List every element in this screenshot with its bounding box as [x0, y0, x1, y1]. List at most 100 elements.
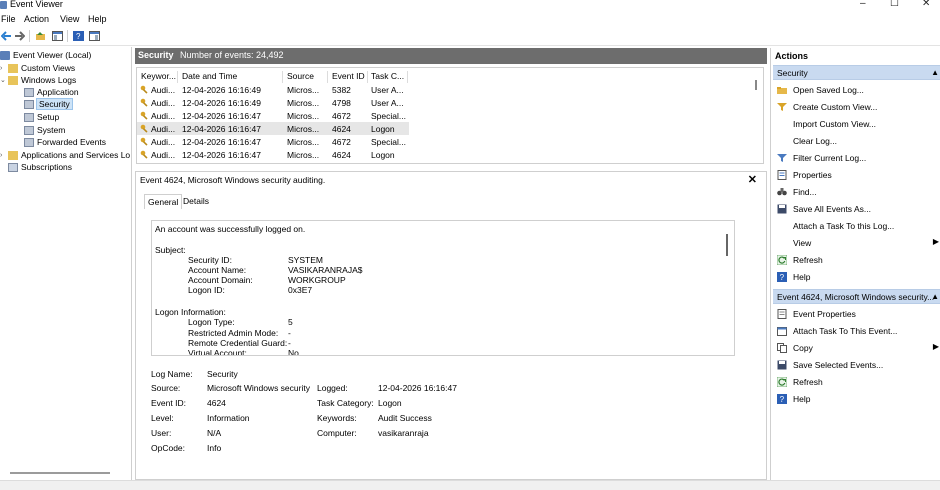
up-folder-icon[interactable]	[34, 30, 46, 42]
event-message-box[interactable]: An account was successfully logged on. S…	[151, 220, 735, 356]
tree-apps-services[interactable]: › Applications and Services Lo	[0, 149, 130, 161]
table-row[interactable]: Audi... 12-04-2026 16:16:47 Micros... 4624 L…	[137, 122, 409, 135]
table-row[interactable]: Audi... 12-04-2026 16:16:47 Micros... 4672 S…	[137, 135, 409, 148]
action-import-custom-view[interactable]: Import Custom View...	[775, 117, 940, 131]
logged-label: Logged:	[317, 383, 348, 393]
vertical-scrollbar[interactable]	[726, 234, 728, 256]
action-label: Import Custom View...	[793, 119, 876, 129]
field-label: Logon ID:	[188, 285, 225, 295]
action-label: Help	[793, 272, 811, 282]
table-row[interactable]: Audi... 12-04-2026 16:16:47 Micros... 4672 S…	[137, 109, 409, 122]
keywords-label: Keywords:	[317, 413, 357, 423]
svg-text:?: ?	[76, 32, 81, 41]
actions-section-event[interactable]: Event 4624, Microsoft Windows security..…	[773, 289, 940, 304]
collapse-arrow-icon[interactable]: ▲	[931, 68, 939, 77]
action-label: Create Custom View...	[793, 102, 878, 112]
action-label: Attach a Task To this Log...	[793, 221, 895, 231]
menu-view[interactable]: View	[60, 14, 79, 24]
menu-help[interactable]: Help	[88, 14, 107, 24]
column-event-id[interactable]: Event ID	[332, 71, 365, 81]
table-cell: Micros...	[287, 98, 320, 108]
expand-arrow-icon[interactable]: ›	[0, 65, 8, 72]
field-value: VASIKARANRAJA$	[288, 265, 363, 275]
action-attach-task-to-this-event[interactable]: Attach Task To This Event...	[775, 324, 940, 338]
tab-general[interactable]: General	[144, 194, 183, 209]
action-refresh[interactable]: Refresh	[775, 253, 940, 267]
source-label: Source:	[151, 383, 181, 393]
log-name: Security	[138, 50, 174, 60]
table-row[interactable]: Audi... 12-04-2026 16:16:49 Micros... 5382 U…	[137, 83, 409, 96]
action-label: Attach Task To This Event...	[793, 326, 898, 336]
back-icon[interactable]	[0, 30, 12, 42]
log-header: Security Number of events: 24,492	[135, 48, 767, 64]
action-filter-current-log[interactable]: Filter Current Log...	[775, 151, 940, 165]
column-source[interactable]: Source	[287, 71, 314, 81]
table-cell: 4624	[332, 150, 351, 160]
table-cell: Audi...	[151, 150, 176, 160]
column-date-time[interactable]: Date and Time	[182, 71, 237, 81]
column-keywords[interactable]: Keywor...	[141, 71, 176, 81]
table-row[interactable]: Audi... 12-04-2026 16:16:47 Micros... 4624 L…	[137, 148, 409, 161]
menu-action[interactable]: Action	[24, 14, 49, 24]
action-refresh[interactable]: Refresh	[775, 375, 940, 389]
forward-icon[interactable]	[13, 30, 25, 42]
field-value: No	[288, 348, 299, 356]
action-view[interactable]: View ▶	[775, 236, 940, 250]
action-help[interactable]: ? Help	[775, 270, 940, 284]
table-cell: Logon	[371, 150, 395, 160]
collapse-arrow-icon[interactable]: ▲	[931, 292, 939, 301]
column-task-category[interactable]: Task C...	[371, 71, 404, 81]
action-copy[interactable]: Copy ▶	[775, 341, 940, 355]
actions-section-security[interactable]: Security ▲	[773, 65, 940, 80]
action-event-properties[interactable]: Event Properties	[775, 307, 940, 321]
show-hide-action-pane-icon[interactable]	[88, 30, 100, 42]
expand-arrow-icon[interactable]: ›	[0, 152, 8, 159]
tab-details[interactable]: Details	[180, 194, 212, 209]
action-open-saved-log[interactable]: Open Saved Log...	[775, 83, 940, 97]
table-cell: Audi...	[151, 124, 176, 134]
log-name-label: Log Name:	[151, 369, 193, 379]
show-hide-pane-icon[interactable]	[51, 30, 63, 42]
tree-log-forwarded-events[interactable]: Forwarded Events	[24, 136, 106, 148]
maximize-button[interactable]: ☐	[890, 0, 899, 9]
vertical-scrollbar[interactable]	[755, 80, 757, 90]
subscriptions-icon	[8, 162, 18, 172]
event-detail-title: Event 4624, Microsoft Windows security a…	[140, 175, 326, 185]
tree-custom-views[interactable]: › Custom Views	[0, 62, 75, 74]
action-find[interactable]: Find...	[775, 185, 940, 199]
field-label: Security ID:	[188, 255, 232, 265]
table-cell: Micros...	[287, 124, 320, 134]
copy-icon	[777, 343, 787, 353]
field-label: Restricted Admin Mode:	[188, 328, 279, 338]
section-title: Event 4624, Microsoft Windows security..…	[777, 292, 935, 302]
task-icon	[777, 327, 787, 336]
menu-file[interactable]: File	[1, 14, 16, 24]
action-save-all-events-as[interactable]: Save All Events As...	[775, 202, 940, 216]
action-help[interactable]: ? Help	[775, 392, 940, 406]
collapse-arrow-icon[interactable]: ⌄	[0, 76, 8, 84]
user-label: User:	[151, 428, 172, 438]
audit-key-icon	[140, 124, 148, 133]
action-clear-log[interactable]: Clear Log...	[775, 134, 940, 148]
table-row[interactable]: Audi... 12-04-2026 16:16:49 Micros... 4798 U…	[137, 96, 409, 109]
level-label: Level:	[151, 413, 174, 423]
tree-root[interactable]: Event Viewer (Local)	[0, 49, 91, 61]
tree-log-application[interactable]: Application	[24, 86, 79, 98]
action-attach-a-task-to-this-log[interactable]: Attach a Task To this Log...	[775, 219, 940, 233]
minimize-button[interactable]: –	[860, 0, 866, 9]
help-icon[interactable]: ?	[72, 30, 84, 42]
action-save-selected-events[interactable]: Save Selected Events...	[775, 358, 940, 372]
tree-log-system[interactable]: System	[24, 124, 65, 136]
close-icon[interactable]: ✕	[748, 173, 757, 186]
tree-subscriptions[interactable]: Subscriptions	[0, 161, 72, 173]
table-cell: Special...	[371, 111, 406, 121]
horizontal-scrollbar[interactable]	[10, 472, 110, 474]
title-bar: Event Viewer – ☐ ✕	[0, 0, 940, 11]
tree-log-setup[interactable]: Setup	[24, 111, 59, 123]
action-create-custom-view[interactable]: Create Custom View...	[775, 100, 940, 114]
subject-heading: Subject:	[155, 245, 186, 255]
action-properties[interactable]: Properties	[775, 168, 940, 182]
tree-windows-logs[interactable]: ⌄ Windows Logs	[0, 74, 76, 86]
close-window-button[interactable]: ✕	[922, 0, 930, 9]
tree-log-security[interactable]: Security	[24, 98, 73, 110]
